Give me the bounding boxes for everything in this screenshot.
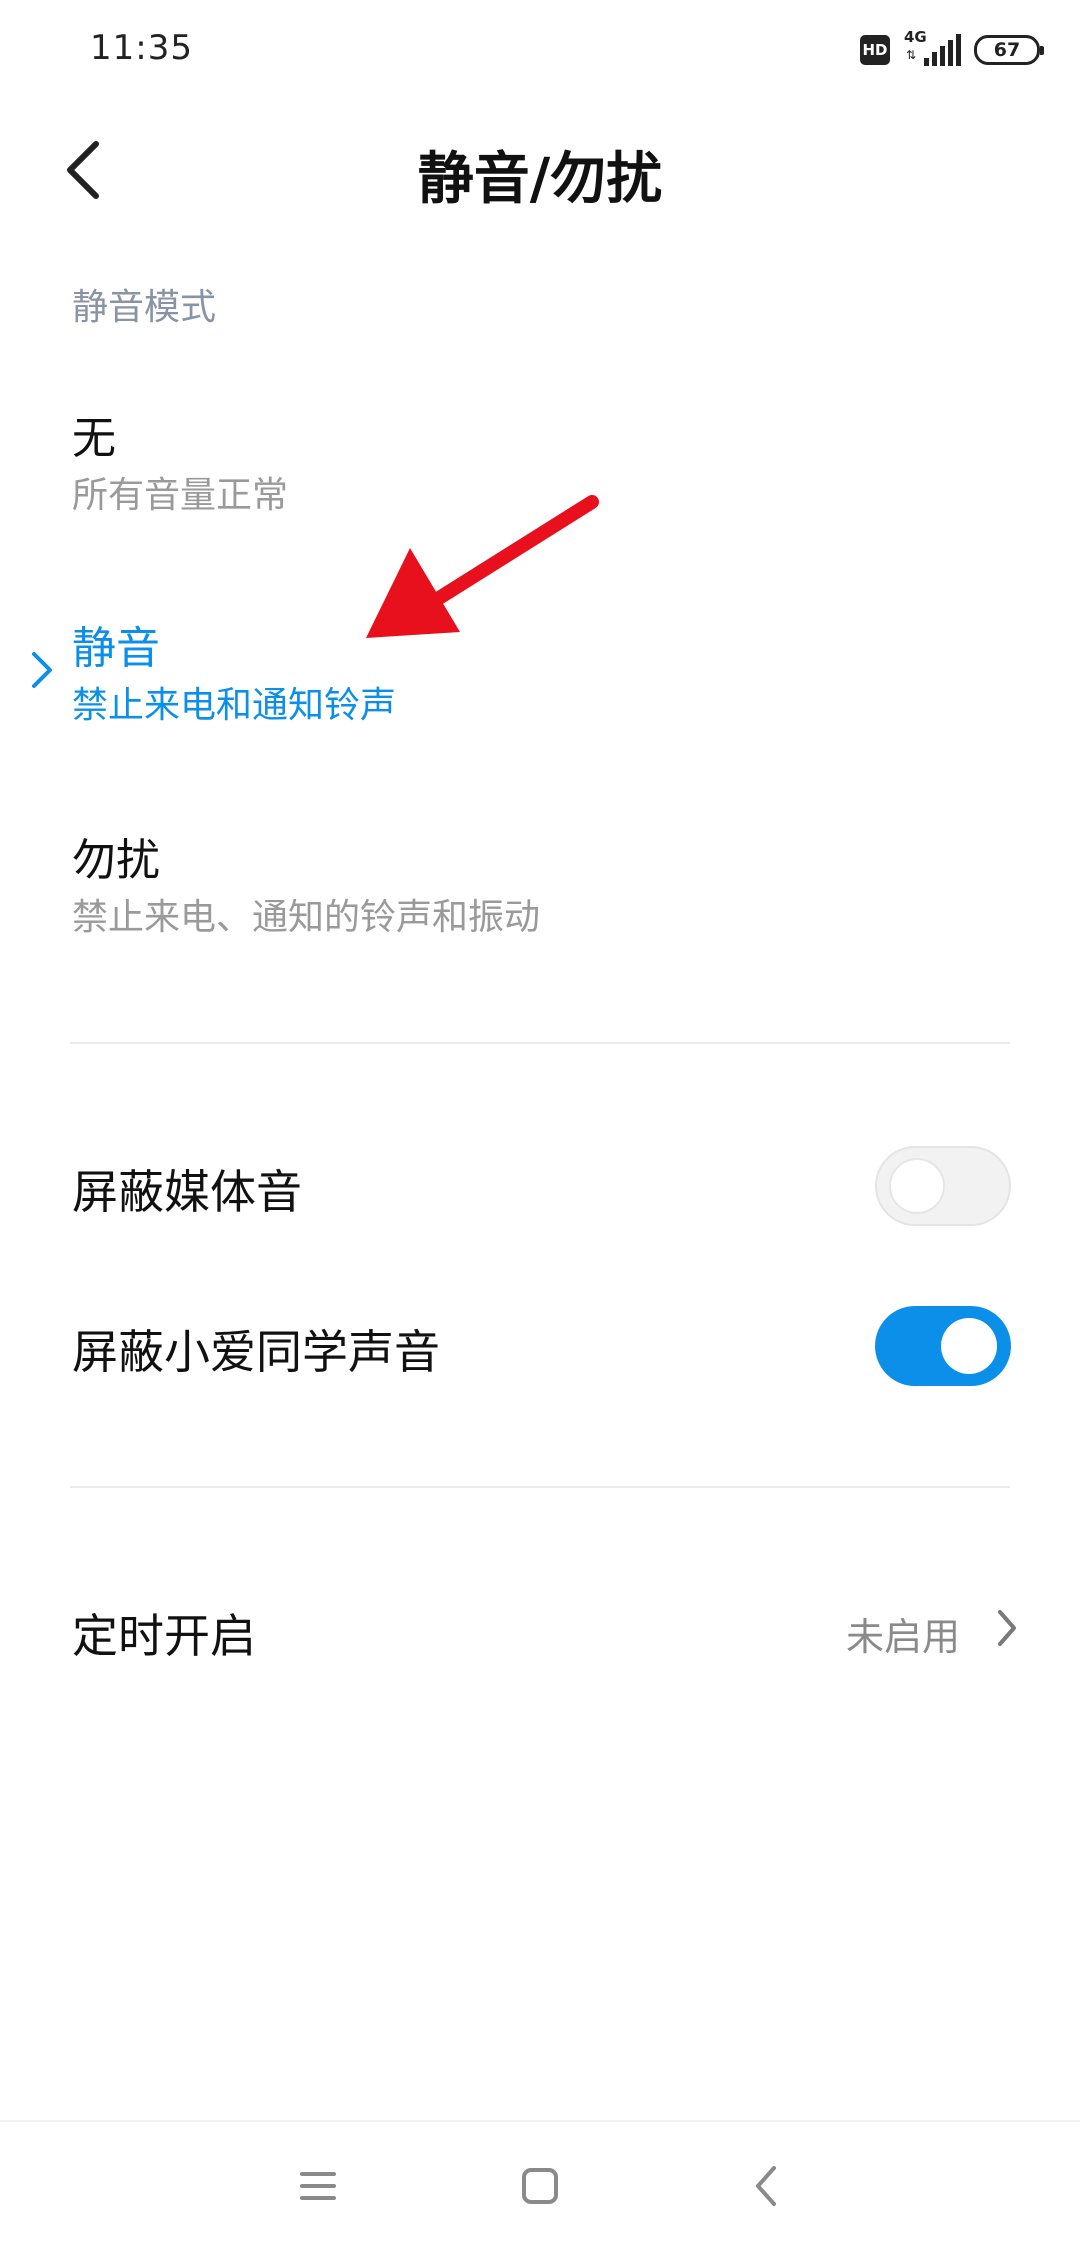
status-time: 11:35 <box>90 28 193 68</box>
mode-title: 勿扰 <box>72 835 160 886</box>
toggle-label: 屏蔽小爱同学声音 <box>72 1325 440 1379</box>
recents-button[interactable] <box>288 2156 348 2216</box>
cellular-signal-icon: 4G ⇅ <box>904 28 961 70</box>
status-icons: HD 4G ⇅ 67 <box>860 28 1044 70</box>
mode-option-none[interactable]: 无 所有音量正常 <box>0 380 1080 560</box>
mode-option-do-not-disturb[interactable]: 勿扰 禁止来电、通知的铃声和振动 <box>0 802 1080 982</box>
chevron-right-icon <box>998 1610 1016 1646</box>
mute-xiaoai-toggle[interactable] <box>875 1306 1011 1386</box>
toggle-label: 屏蔽媒体音 <box>72 1165 302 1219</box>
nav-back-button[interactable] <box>738 2156 798 2216</box>
mode-title: 无 <box>72 413 116 464</box>
toggle-knob <box>941 1318 997 1374</box>
status-bar: 11:35 HD 4G ⇅ 67 <box>0 0 1080 100</box>
page-title: 静音/勿扰 <box>417 147 663 212</box>
divider <box>70 1042 1010 1044</box>
toggle-knob <box>889 1158 945 1214</box>
hd-voice-icon: HD <box>860 35 890 65</box>
mode-option-silent[interactable]: 静音 禁止来电和通知铃声 <box>0 590 1080 770</box>
divider <box>70 1486 1010 1488</box>
battery-icon: 67 <box>974 35 1044 65</box>
selected-chevron-icon <box>32 652 52 688</box>
navigation-bar <box>0 2120 1080 2248</box>
network-type: 4G <box>904 28 927 46</box>
home-square-icon <box>522 2168 558 2204</box>
timer-status: 未启用 <box>845 1615 960 1659</box>
menu-icon <box>300 2172 336 2200</box>
mode-subtitle: 禁止来电和通知铃声 <box>72 685 397 726</box>
toggle-row-mute-media: 屏蔽媒体音 <box>0 1116 1080 1256</box>
mode-subtitle: 所有音量正常 <box>72 475 289 516</box>
toggle-row-mute-xiaoai: 屏蔽小爱同学声音 <box>0 1276 1080 1416</box>
back-triangle-icon <box>756 2166 776 2206</box>
scheduled-activation-row[interactable]: 定时开启 未启用 <box>0 1560 1080 1700</box>
battery-level: 67 <box>993 39 1021 61</box>
timer-label: 定时开启 <box>72 1609 256 1663</box>
mute-media-toggle[interactable] <box>875 1146 1011 1226</box>
data-activity-icon: ⇅ <box>906 48 917 62</box>
mode-subtitle: 禁止来电、通知的铃声和振动 <box>72 897 541 938</box>
mode-title: 静音 <box>72 623 160 674</box>
section-header-silent-mode: 静音模式 <box>72 287 217 328</box>
home-button[interactable] <box>510 2156 570 2216</box>
